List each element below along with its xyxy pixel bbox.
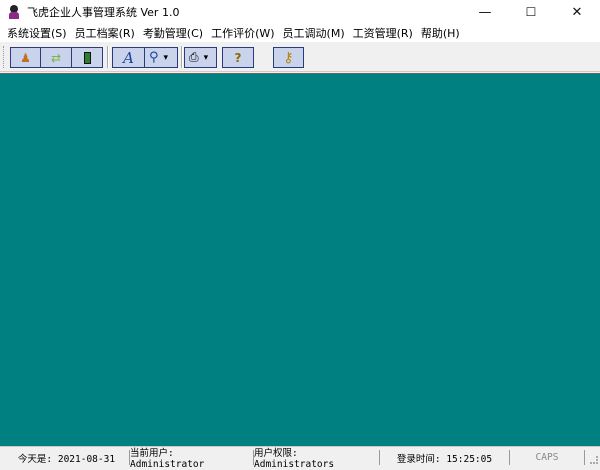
menu-employee-records[interactable]: 员工档案(R) [71, 25, 139, 41]
dropdown-arrow-icon[interactable]: ▾ [204, 53, 209, 63]
help-button[interactable]: ? [222, 47, 254, 68]
exchange-button[interactable]: ⇄ [40, 47, 72, 68]
window-title: 飞虎企业人事管理系统 Ver 1.0 [27, 6, 180, 19]
key-button[interactable]: ⚷ [273, 47, 304, 68]
menu-system-settings[interactable]: 系统设置(S) [3, 25, 71, 41]
toolbar: ♟ ⇄ A ⚲ ▾ ⎙ ▾ ? ⚷ [0, 42, 600, 72]
menu-salary[interactable]: 工资管理(R) [349, 25, 417, 41]
user-icon: ♟ [20, 50, 31, 65]
print-button[interactable]: ⎙ ▾ [184, 47, 217, 68]
font-icon: A [123, 48, 134, 67]
title-bar: 飞虎企业人事管理系统 Ver 1.0 — ☐ ✕ [0, 0, 600, 24]
status-user-role: 用户权限: Administrators [254, 448, 380, 470]
status-date: 今天是: 2021-08-31 [4, 450, 130, 465]
resize-grip[interactable] [590, 456, 598, 464]
search-icon: ⚲ [149, 50, 159, 65]
search-button[interactable]: ⚲ ▾ [144, 47, 178, 68]
menu-bar: 系统设置(S) 员工档案(R) 考勤管理(C) 工作评价(W) 员工调动(M) … [0, 24, 600, 42]
dropdown-arrow-icon[interactable]: ▾ [164, 53, 169, 63]
workspace [0, 73, 600, 446]
status-bar: 今天是: 2021-08-31 当前用户: Administrator 用户权限… [0, 446, 600, 470]
close-button[interactable]: ✕ [554, 0, 600, 24]
font-button[interactable]: A [112, 47, 145, 68]
help-icon: ? [234, 50, 242, 65]
toolbar-grip[interactable] [3, 46, 6, 68]
menu-attendance[interactable]: 考勤管理(C) [139, 25, 207, 41]
exchange-icon: ⇄ [50, 50, 62, 65]
toolbar-separator [181, 46, 183, 68]
toolbar-separator [107, 46, 109, 68]
app-icon [7, 5, 21, 19]
user-button[interactable]: ♟ [10, 47, 41, 68]
exit-door-icon [83, 51, 91, 64]
menu-help[interactable]: 帮助(H) [417, 25, 464, 41]
status-current-user: 当前用户: Administrator [130, 448, 254, 470]
minimize-button[interactable]: — [462, 0, 508, 24]
menu-work-evaluation[interactable]: 工作评价(W) [207, 25, 278, 41]
printer-icon: ⎙ [189, 50, 199, 64]
status-caps: CAPS [510, 450, 585, 465]
status-login-time: 登录时间: 15:25:05 [380, 450, 510, 465]
exit-button[interactable] [71, 47, 103, 68]
maximize-button[interactable]: ☐ [508, 0, 554, 24]
menu-employee-transfer[interactable]: 员工调动(M) [279, 25, 349, 41]
key-icon: ⚷ [283, 49, 294, 66]
